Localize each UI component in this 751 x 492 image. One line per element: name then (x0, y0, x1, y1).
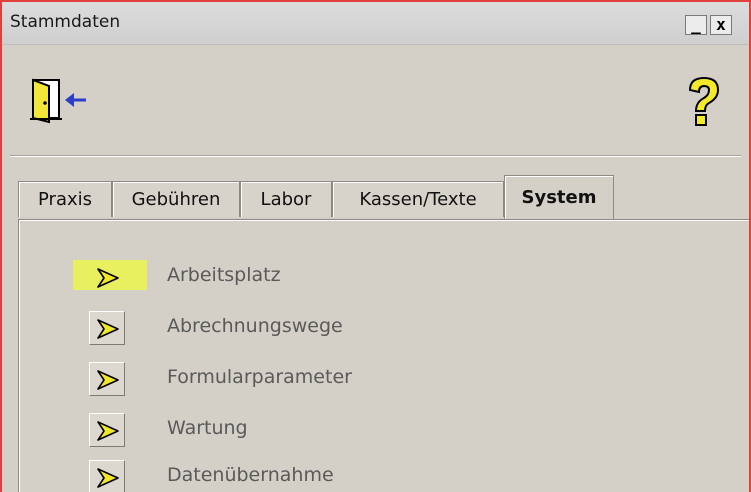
formularparameter-button[interactable] (89, 362, 125, 396)
wartung-button[interactable] (89, 413, 125, 447)
window-title: Stammdaten (10, 12, 121, 32)
tab-gebuehren[interactable]: Gebühren (112, 181, 240, 217)
chevron-right-icon (97, 268, 119, 288)
tab-labor[interactable]: Labor (240, 181, 332, 217)
datenuebernahme-button[interactable] (89, 460, 125, 492)
system-panel: Arbeitsplatz Abrechnungswege Formularpar… (18, 219, 749, 492)
tab-praxis[interactable]: Praxis (18, 181, 112, 217)
arbeitsplatz-label: Arbeitsplatz (167, 264, 281, 286)
chevron-right-icon (97, 421, 119, 441)
formularparameter-label: Formularparameter (167, 366, 352, 388)
close-button[interactable]: x (710, 15, 732, 35)
system-item-formularparameter[interactable]: Formularparameter (69, 362, 469, 402)
system-item-datenuebernahme[interactable]: Datenübernahme (69, 460, 469, 492)
system-item-wartung[interactable]: Wartung (69, 413, 469, 453)
system-item-arbeitsplatz[interactable]: Arbeitsplatz (69, 260, 469, 300)
stammdaten-window: Stammdaten _ x Praxis Gebühren Labor Kas… (0, 0, 751, 492)
exit-door-icon[interactable] (30, 76, 90, 124)
chevron-right-icon (97, 468, 119, 488)
toolbar-separator (10, 155, 741, 157)
chevron-right-icon (97, 370, 119, 390)
minimize-button[interactable]: _ (685, 15, 707, 35)
system-item-abrechnungswege[interactable]: Abrechnungswege (69, 311, 469, 351)
tab-kassen-texte[interactable]: Kassen/Texte (332, 181, 504, 217)
tab-system[interactable]: System (504, 175, 614, 219)
wartung-label: Wartung (167, 417, 248, 439)
title-bar: Stammdaten _ x (2, 2, 749, 45)
abrechnungswege-button[interactable] (89, 311, 125, 345)
help-question-icon[interactable] (682, 74, 726, 130)
abrechnungswege-label: Abrechnungswege (167, 315, 343, 337)
arbeitsplatz-button[interactable] (89, 260, 125, 294)
chevron-right-icon (97, 319, 119, 339)
datenuebernahme-label: Datenübernahme (167, 464, 334, 486)
